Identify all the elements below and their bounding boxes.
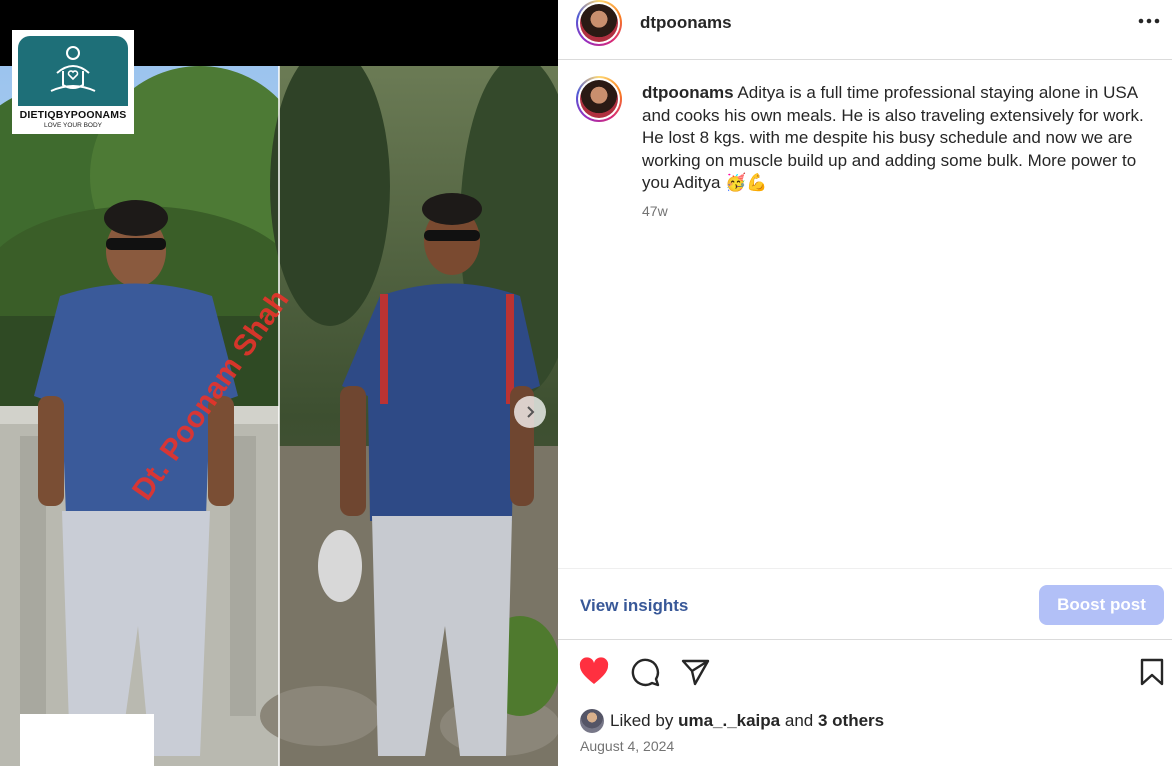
post-panel: dtpoonams dtpoonams Aditya is a full tim… (558, 0, 1172, 766)
next-photo-button[interactable] (514, 396, 546, 428)
caption-username[interactable]: dtpoonams (642, 83, 734, 102)
post-header: dtpoonams (558, 0, 1172, 60)
bookmark-icon[interactable] (1136, 656, 1168, 688)
brand-tagline: LOVE YOUR BODY (43, 122, 103, 129)
brand-name: DIETIQBYPOONAMS (19, 109, 127, 121)
more-options-icon[interactable] (1136, 12, 1162, 30)
likes-summary: Liked by uma_._kaipa and 3 others (580, 709, 884, 733)
post-caption: dtpoonams Aditya is a full time professi… (642, 82, 1152, 195)
boost-post-button[interactable]: Boost post (1039, 585, 1164, 625)
post-media: Dt. Poonam Shah DIETIQBYPOONAMS LOVE YOU… (0, 0, 558, 766)
caption-author-avatar[interactable] (576, 76, 622, 122)
author-username[interactable]: dtpoonams (640, 13, 732, 33)
meditation-logo-icon (18, 36, 128, 106)
brand-logo: DIETIQBYPOONAMS LOVE YOUR BODY (12, 30, 134, 134)
post-photo (0, 66, 558, 766)
liker-avatar[interactable] (580, 709, 604, 733)
likes-prefix: Liked by (610, 711, 674, 730)
view-insights-link[interactable]: View insights (580, 596, 688, 616)
author-avatar[interactable] (576, 0, 622, 46)
caption-timestamp[interactable]: 47w (642, 203, 668, 219)
heart-icon[interactable] (578, 656, 610, 688)
likes-and: and (784, 711, 814, 730)
post-date[interactable]: August 4, 2024 (580, 738, 674, 754)
chevron-right-icon (527, 406, 535, 418)
share-icon[interactable] (679, 656, 711, 688)
comment-icon[interactable] (629, 656, 661, 688)
insights-bar: View insights Boost post (558, 568, 1172, 640)
media-overlay-patch (20, 714, 154, 766)
likes-others-link[interactable]: 3 others (818, 711, 884, 731)
liker-username[interactable]: uma_._kaipa (678, 711, 780, 731)
